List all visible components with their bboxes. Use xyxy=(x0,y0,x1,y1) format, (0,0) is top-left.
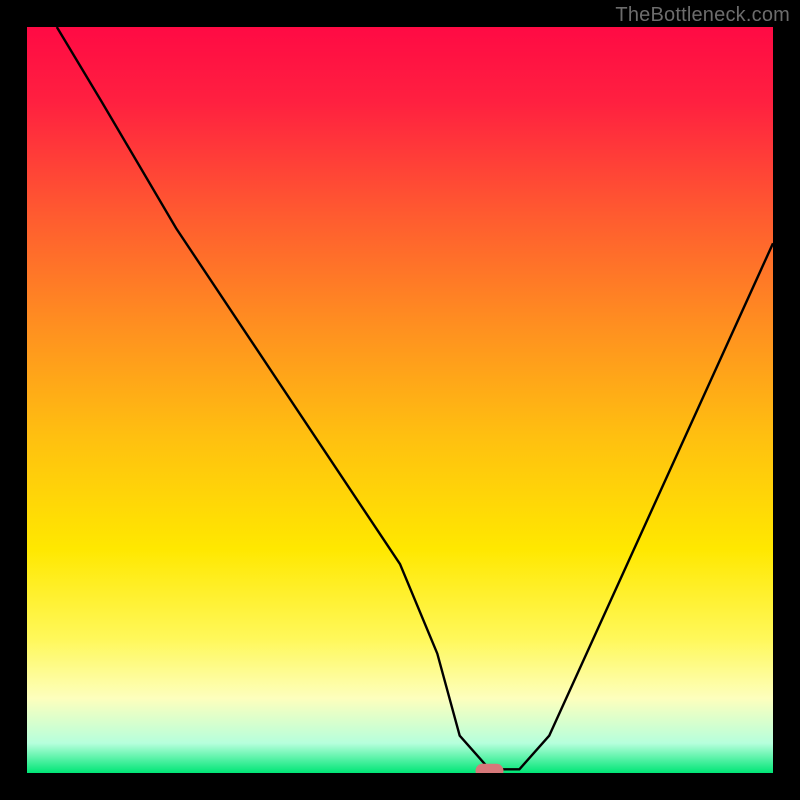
optimum-marker xyxy=(476,764,504,773)
gradient-background xyxy=(27,27,773,773)
bottleneck-chart xyxy=(27,27,773,773)
watermark-text: TheBottleneck.com xyxy=(615,4,790,27)
chart-svg xyxy=(27,27,773,773)
